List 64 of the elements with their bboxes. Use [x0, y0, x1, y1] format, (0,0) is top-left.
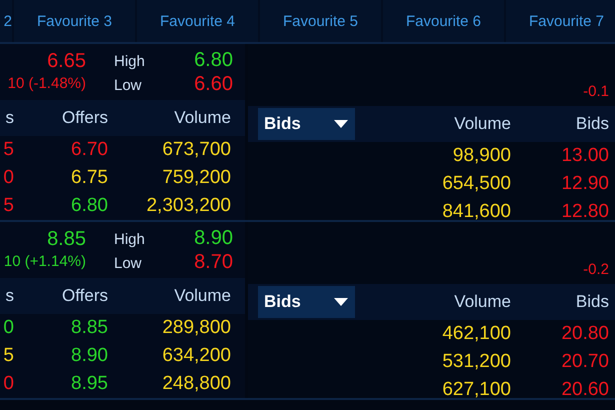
volume-cell-text: 673,700 — [161, 138, 231, 162]
offer-price: 8.85 — [70, 316, 108, 340]
favourite-tab[interactable]: 2 — [0, 0, 12, 42]
high-label: High — [114, 231, 145, 248]
bid-price: 20.80 — [560, 322, 609, 346]
low-label: Low — [114, 255, 142, 272]
high-label: High — [114, 53, 145, 70]
column-header: Volume — [173, 108, 231, 128]
offer-price: 6.70 — [70, 138, 108, 162]
column-header: Volume — [173, 286, 231, 306]
bid-price: 5 — [2, 138, 14, 162]
bid-price: 12.80 — [560, 200, 609, 224]
volume-cell-text: 531,200 — [441, 350, 511, 374]
offer-price: 8.90 — [70, 344, 108, 368]
bids-dropdown[interactable]: Bids — [258, 108, 355, 140]
low-label: Low — [114, 77, 142, 94]
bid-price: 5 — [2, 344, 14, 368]
offer-price: 6.75 — [70, 166, 108, 190]
volume-cell-text: 289,800 — [161, 316, 231, 340]
column-header: Offers — [61, 286, 108, 306]
last-price: 6.65 — [47, 49, 86, 73]
bid-price: 0 — [2, 166, 14, 190]
column-header: Bids — [574, 292, 609, 312]
bids-dropdown[interactable]: Bids — [258, 286, 355, 318]
volume-cell-text: 654,500 — [441, 172, 511, 196]
favourite-tab[interactable]: Favourite 4 — [137, 0, 258, 42]
volume-cell-text: 627,100 — [441, 378, 511, 402]
column-header: s — [4, 108, 14, 128]
bid-price: 12.90 — [560, 172, 609, 196]
bid-price: 0 — [2, 372, 14, 396]
price-change: 10 (-1.48%) — [8, 74, 86, 94]
favourite-tab[interactable]: Favourite 3 — [14, 0, 135, 42]
column-header: Offers — [61, 108, 108, 128]
volume-cell-text: 841,600 — [441, 200, 511, 224]
bid-price: 13.00 — [560, 144, 609, 168]
favourite-tab[interactable]: Favourite 5 — [260, 0, 381, 42]
volume-cell-text: 2,303,200 — [145, 194, 231, 218]
bid-price: 20.70 — [560, 350, 609, 374]
bid-price: 0 — [2, 316, 14, 340]
offer-price: 8.95 — [70, 372, 108, 396]
high-price: 8.90 — [194, 226, 233, 250]
volume-cell-text: 462,100 — [441, 322, 511, 346]
last-price: 8.85 — [47, 227, 86, 251]
column-header: Bids — [574, 114, 609, 134]
column-header: Volume — [453, 292, 511, 312]
bid-price: 20.60 — [560, 378, 609, 402]
bid-price: 5 — [2, 194, 14, 218]
volume-cell-text: 634,200 — [161, 344, 231, 368]
high-price: 6.80 — [194, 48, 233, 72]
volume-cell-text: 759,200 — [161, 166, 231, 190]
volume-cell-text: 98,900 — [452, 144, 511, 168]
price-change: -0.1 — [583, 83, 609, 100]
favourite-tab[interactable]: Favourite 7 — [506, 0, 615, 42]
column-header: s — [4, 286, 14, 306]
caret-icon — [333, 297, 349, 307]
column-header: Volume — [453, 114, 511, 134]
caret-icon — [333, 119, 349, 129]
offer-price: 6.80 — [70, 194, 108, 218]
price-change: -0.2 — [583, 261, 609, 278]
low-price: 8.70 — [194, 250, 233, 274]
price-change: 10 (+1.14%) — [4, 252, 86, 272]
low-price: 6.60 — [194, 72, 233, 96]
favourite-tab[interactable]: Favourite 6 — [383, 0, 504, 42]
volume-cell-text: 248,800 — [161, 372, 231, 396]
